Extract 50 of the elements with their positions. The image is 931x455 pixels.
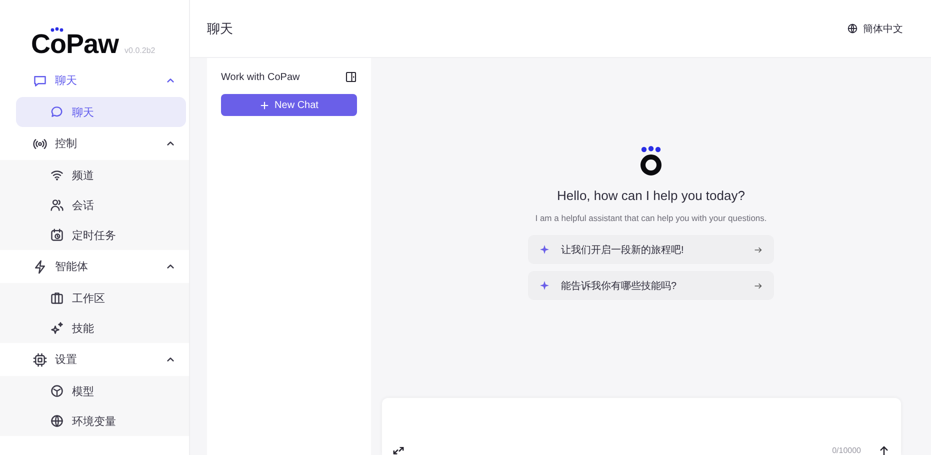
signal-icon — [33, 136, 47, 150]
lightning-icon — [33, 260, 47, 274]
send-arrow-icon[interactable] — [879, 446, 889, 455]
paw-logo-icon — [638, 146, 664, 176]
menu-group[interactable]: 控制 — [0, 127, 189, 160]
logo-dots-icon — [50, 27, 64, 32]
chevron-icon — [166, 139, 175, 148]
menu-group[interactable]: 聊天 — [0, 64, 189, 97]
sparkle-icon — [540, 245, 549, 254]
cube-icon — [50, 384, 64, 398]
arrow-icon — [754, 246, 762, 254]
chat-bubble-icon — [50, 105, 64, 119]
menu-item[interactable]: 频道 — [16, 160, 186, 190]
sparkle-icon — [540, 281, 549, 290]
chat-icon — [33, 74, 47, 88]
calendar-clock-icon — [50, 228, 64, 242]
menu-group[interactable]: 智能体 — [0, 250, 189, 283]
menu-item[interactable]: 环境变量 — [16, 406, 186, 436]
arrow-icon — [754, 282, 762, 290]
chevron-icon — [166, 76, 175, 85]
menu-item[interactable]: 会话 — [16, 190, 186, 220]
welcome-title: Hello, how can I help you today? — [557, 188, 745, 203]
globe-icon — [847, 23, 858, 34]
wifi-icon — [50, 168, 64, 182]
sidebar-toggle-icon[interactable] — [345, 71, 357, 83]
menu-item[interactable]: 技能 — [16, 313, 186, 343]
suggestion-prompt[interactable]: 能告诉我你有哪些技能吗? — [528, 271, 774, 300]
page-title: 聊天 — [207, 20, 233, 38]
chevron-icon — [166, 262, 175, 271]
chip-icon — [33, 352, 47, 366]
expand-icon[interactable] — [393, 447, 404, 455]
menu-item[interactable]: 定时任务 — [16, 220, 186, 250]
users-icon — [50, 198, 64, 212]
version-label: v0.0.2b2 — [124, 46, 156, 57]
sparkles-icon — [50, 321, 64, 335]
suggestion-prompt[interactable]: 让我们开启一段新的旅程吧! — [528, 235, 774, 264]
plus-icon — [260, 100, 269, 110]
language-button[interactable]: 簡体中文 — [845, 20, 905, 38]
panel-title: Work with CoPaw — [221, 72, 300, 82]
logo: CoPaw — [31, 31, 119, 58]
menu-group[interactable]: 设置 — [0, 343, 189, 376]
menu-item[interactable]: 工作区 — [16, 283, 186, 313]
menu-item[interactable]: 聊天 — [16, 97, 186, 127]
globe-icon — [50, 414, 64, 428]
menu-item[interactable]: 模型 — [16, 376, 186, 406]
chevron-icon — [166, 355, 175, 364]
character-counter: 0/10000 — [832, 446, 861, 455]
new-chat-button[interactable]: New Chat — [221, 94, 357, 116]
briefcase-icon — [50, 291, 64, 305]
welcome-subtitle: I am a helpful assistant that can help you with your questions. — [535, 213, 767, 223]
